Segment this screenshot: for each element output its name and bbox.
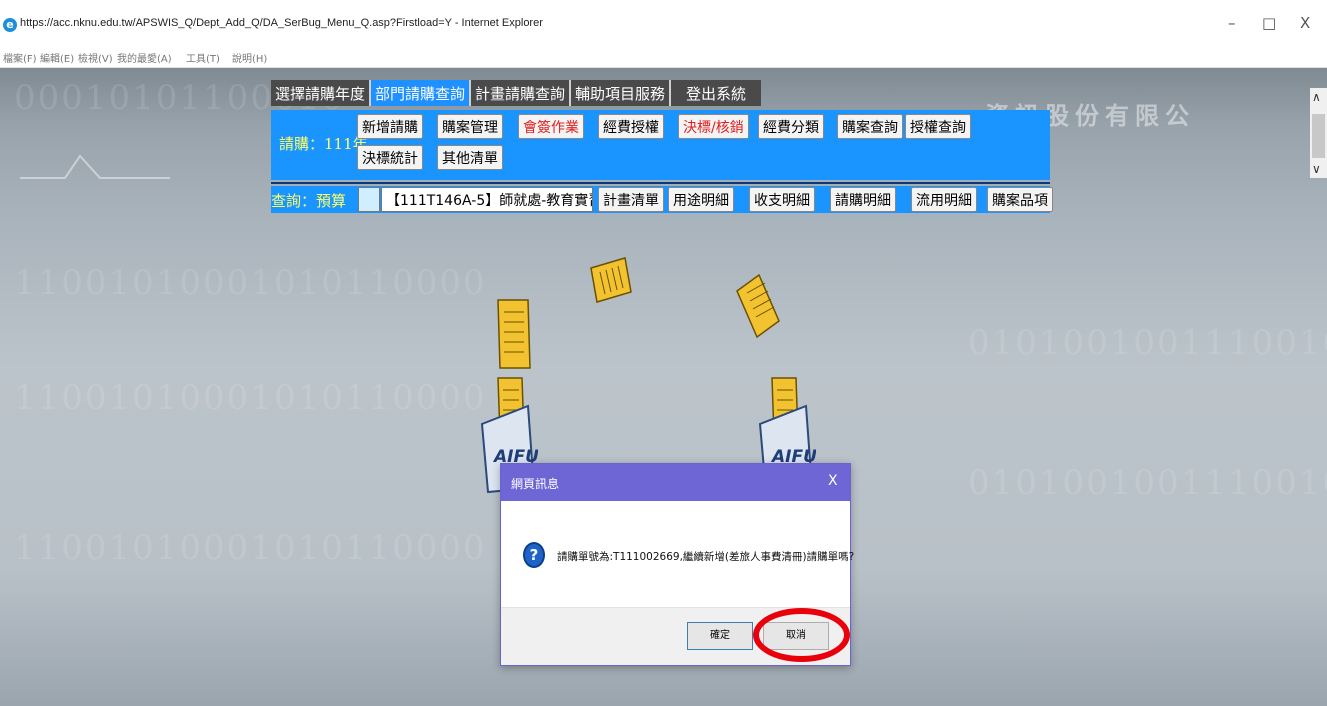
minimize-button[interactable]: –: [1228, 14, 1236, 32]
budget-input[interactable]: [358, 187, 380, 212]
case-query-button[interactable]: 購案查詢: [837, 114, 903, 139]
nav-plan-query[interactable]: 計畫請購查詢: [471, 80, 572, 106]
dialog-message: 請購單號為:T111002669,繼續新增(差旅人事費清冊)請購單嗎?: [557, 551, 855, 563]
ie-icon: e: [3, 18, 17, 32]
window-title: https://acc.nknu.edu.tw/APSWIS_Q/Dept_Ad…: [20, 17, 543, 29]
highlight-circle: [753, 608, 850, 662]
menu-view[interactable]: 檢視(V): [78, 50, 113, 65]
scrollbar[interactable]: ∧ ∨: [1310, 88, 1327, 178]
nav-select-year[interactable]: 選擇請購年度: [271, 80, 372, 106]
top-nav: 選擇請購年度 部門請購查詢 計畫請購查詢 輔助項目服務 登出系統: [271, 80, 762, 106]
close-window-button[interactable]: X: [1300, 14, 1310, 32]
plan-list-button[interactable]: 計畫清單: [598, 187, 664, 212]
dialog-title: 網頁訊息: [511, 477, 560, 491]
query-label: 查詢：預算: [271, 192, 347, 210]
menu-help[interactable]: 說明(H): [232, 50, 267, 65]
question-icon: ?: [523, 542, 545, 568]
flying-document-icon: [590, 257, 632, 303]
ok-button[interactable]: 確定: [687, 622, 753, 650]
dialog-close-button[interactable]: X: [828, 473, 838, 489]
menu-bar: 檔案(F) 編輯(E) 檢視(V) 我的最愛(A) 工具(T) 說明(H): [0, 46, 1327, 68]
award-writeoff-button[interactable]: 決標/核銷: [678, 114, 749, 139]
budget-category-button[interactable]: 經費分類: [758, 114, 824, 139]
background-binary: 11001010001010110000: [14, 378, 487, 418]
menu-tools[interactable]: 工具(T): [186, 50, 220, 65]
nav-logout[interactable]: 登出系統: [671, 80, 762, 106]
flying-document-icon: [497, 299, 531, 369]
nav-dept-query[interactable]: 部門請購查詢: [371, 80, 472, 106]
countersign-button[interactable]: 會簽作業: [518, 114, 584, 139]
new-request-button[interactable]: 新增請購: [357, 114, 423, 139]
purchase-panel: 請購：111年 新增請購 購案管理 會簽作業 經費授權 決標/核銷 經費分類 購…: [271, 110, 1050, 184]
background-binary: 01010010011100101000: [968, 323, 1327, 363]
panel-divider: [271, 182, 1050, 184]
request-detail-button[interactable]: 請購明細: [830, 187, 896, 212]
maximize-button[interactable]: □: [1262, 14, 1276, 32]
income-expense-detail-button[interactable]: 收支明細: [749, 187, 815, 212]
flying-document-icon: [736, 273, 780, 339]
nav-aux-service[interactable]: 輔助項目服務: [571, 80, 672, 106]
menu-favorites[interactable]: 我的最愛(A): [117, 50, 172, 65]
panel-label: 請購：111年: [279, 135, 368, 153]
award-stats-button[interactable]: 決標統計: [357, 145, 423, 170]
budget-auth-button[interactable]: 經費授權: [598, 114, 664, 139]
transfer-detail-button[interactable]: 流用明細: [911, 187, 977, 212]
menu-edit[interactable]: 編輯(E): [40, 50, 74, 65]
scroll-up-icon[interactable]: ∧: [1312, 90, 1321, 104]
plan-select[interactable]: 【111T146A-5】師就處-教育實習: [381, 187, 593, 212]
auth-query-button[interactable]: 授權查詢: [905, 114, 971, 139]
title-bar: e https://acc.nknu.edu.tw/APSWIS_Q/Dept_…: [0, 0, 1327, 46]
usage-detail-button[interactable]: 用途明細: [668, 187, 734, 212]
dialog-header: 網頁訊息 X: [501, 464, 850, 501]
case-management-button[interactable]: 購案管理: [437, 114, 503, 139]
other-list-button[interactable]: 其他清單: [437, 145, 503, 170]
scroll-thumb[interactable]: [1312, 114, 1325, 158]
background-binary: 01010010011100101000: [968, 463, 1327, 503]
pulse-line: [20, 154, 170, 179]
scroll-down-icon[interactable]: ∨: [1312, 162, 1321, 176]
case-items-button[interactable]: 購案品項: [987, 187, 1053, 212]
query-row: 查詢：預算 【111T146A-5】師就處-教育實習 計畫清單 用途明細 收支明…: [271, 186, 1053, 213]
background-binary: 11001010001010110000: [14, 263, 487, 303]
menu-file[interactable]: 檔案(F): [3, 50, 37, 65]
background-binary: 11001010001010110000: [14, 528, 487, 568]
